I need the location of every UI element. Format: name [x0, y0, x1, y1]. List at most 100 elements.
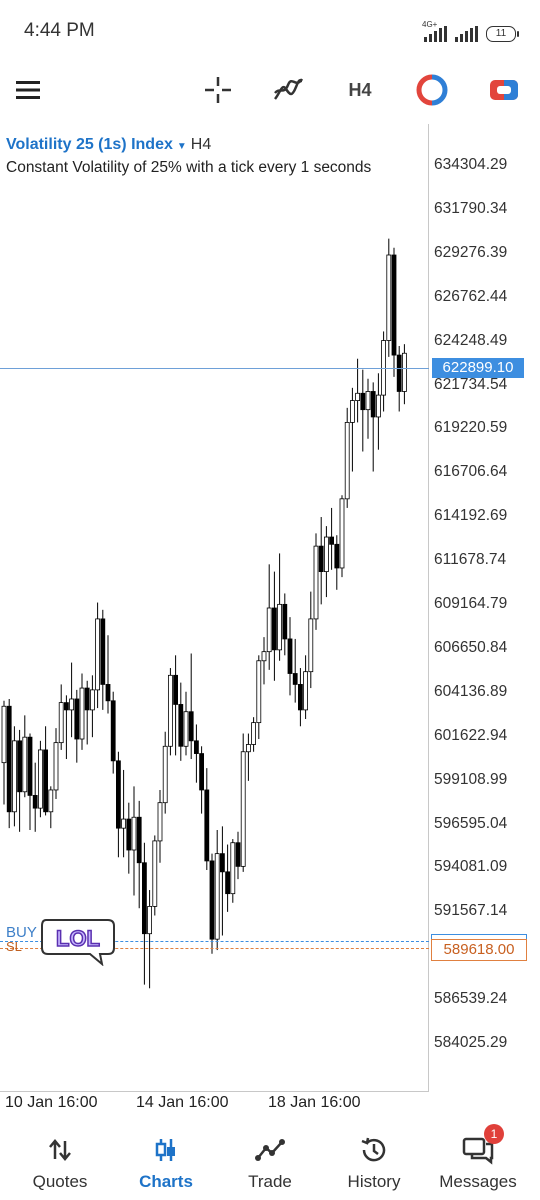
price-axis-label: 596595.04: [434, 814, 508, 832]
bull-candle-body: [245, 744, 251, 753]
bull-candle-body: [167, 674, 173, 747]
candle: [204, 768, 210, 871]
bull-candle-body: [240, 751, 246, 867]
candle: [303, 655, 309, 719]
signal-icon: [455, 26, 478, 42]
one-click-trading-icon[interactable]: [484, 70, 524, 110]
bear-candle-body: [329, 536, 335, 545]
messages-badge: 1: [484, 1124, 504, 1144]
bull-candle-body: [323, 536, 329, 573]
candle: [53, 728, 59, 800]
bear-candle-body: [334, 543, 340, 569]
price-axis-label: 634304.29: [434, 156, 508, 173]
candle: [344, 407, 350, 508]
bear-candle-body: [178, 704, 184, 747]
toolbar: H4: [0, 60, 540, 124]
symbol-dropdown-icon[interactable]: ▼: [177, 141, 187, 152]
nav-messages[interactable]: 1 Messages: [424, 1120, 532, 1200]
menu-icon[interactable]: [8, 70, 48, 110]
candle: [235, 831, 241, 880]
bull-candle-body: [313, 545, 319, 620]
indicators-icon[interactable]: [268, 70, 308, 110]
bear-candle-body: [396, 354, 402, 392]
bull-candle-body: [375, 394, 381, 418]
candle: [375, 373, 381, 450]
symbol-header[interactable]: Volatility 25 (1s) Index ▼ H4: [6, 136, 211, 154]
crosshair-icon[interactable]: [198, 70, 238, 110]
date-label: 18 Jan 16:00: [268, 1094, 361, 1111]
sticker-text: LOL: [56, 926, 100, 951]
bear-candle-body: [271, 607, 277, 651]
symbol-name[interactable]: Volatility 25 (1s) Index: [6, 136, 173, 153]
bear-candle-body: [64, 702, 69, 711]
status-time: 4:44 PM: [24, 20, 95, 41]
chart-area[interactable]: Volatility 25 (1s) Index ▼ H4 Constant Vol…: [0, 124, 540, 1111]
timeframe-button[interactable]: H4: [340, 70, 380, 110]
candle: [323, 526, 329, 598]
price-axis-label: 599108.99: [434, 770, 508, 788]
bear-candle-body: [391, 254, 397, 356]
candle: [147, 890, 153, 989]
candle: [245, 733, 251, 781]
candle: [141, 842, 147, 985]
bull-candle-body: [147, 906, 153, 935]
price-axis-label: 591567.14: [434, 902, 508, 920]
charts-icon: [153, 1132, 179, 1168]
bear-candle-body: [141, 862, 147, 935]
candle: [43, 726, 48, 816]
candle: [271, 571, 277, 681]
candle: [401, 344, 407, 405]
candle: [219, 826, 225, 936]
candle: [256, 655, 262, 740]
candle: [313, 533, 319, 630]
nav-trade[interactable]: Trade: [216, 1120, 324, 1200]
bull-candle-body: [256, 660, 262, 724]
candle: [38, 740, 43, 818]
date-label: 10 Jan 16:00: [5, 1094, 98, 1111]
bull-candle-body: [11, 740, 17, 813]
nav-quotes[interactable]: Quotes: [6, 1120, 114, 1200]
bull-candle-body: [230, 842, 236, 895]
bear-candle-body: [219, 853, 225, 873]
bear-candle-body: [209, 860, 215, 940]
bear-candle-body: [116, 760, 121, 829]
bull-candle-body: [53, 742, 59, 791]
candle: [360, 369, 366, 452]
candle: [121, 769, 126, 858]
candle: [277, 553, 283, 661]
candle: [48, 786, 54, 829]
candle: [69, 662, 74, 738]
candle: [391, 247, 397, 377]
candle: [251, 717, 257, 752]
objects-icon[interactable]: [412, 70, 452, 110]
date-label: 14 Jan 16:00: [136, 1094, 229, 1111]
bull-candle-body: [183, 711, 189, 747]
candle: [167, 668, 173, 756]
battery-icon: 11: [486, 26, 519, 42]
price-axis-label: 606650.84: [434, 638, 508, 656]
candle: [32, 762, 38, 832]
bull-candle-body: [401, 352, 407, 392]
bear-candle-body: [370, 391, 376, 418]
bear-candle-body: [297, 684, 303, 711]
nav-charts[interactable]: Charts: [112, 1120, 220, 1200]
bear-candle-body: [225, 871, 231, 895]
bull-candle-body: [79, 687, 85, 740]
price-axis-label: 631790.34: [434, 199, 508, 217]
candle: [116, 751, 121, 858]
bull-candle-body: [266, 607, 272, 653]
price-axis-label: 611678.74: [434, 551, 507, 569]
bull-candle-body: [355, 392, 361, 401]
candle: [136, 800, 142, 909]
bear-candle-body: [193, 740, 199, 754]
bear-candle-body: [235, 842, 241, 867]
price-axis-label: 624248.49: [434, 331, 508, 349]
candle: [11, 726, 17, 827]
candle: [365, 378, 371, 439]
nav-label: Messages: [439, 1172, 517, 1191]
bottom-nav: Quotes Charts Trade History 1 Messages: [0, 1120, 540, 1200]
nav-history[interactable]: History: [320, 1120, 428, 1200]
candle: [308, 591, 314, 689]
candle: [162, 731, 168, 814]
bear-candle-body: [199, 753, 205, 791]
